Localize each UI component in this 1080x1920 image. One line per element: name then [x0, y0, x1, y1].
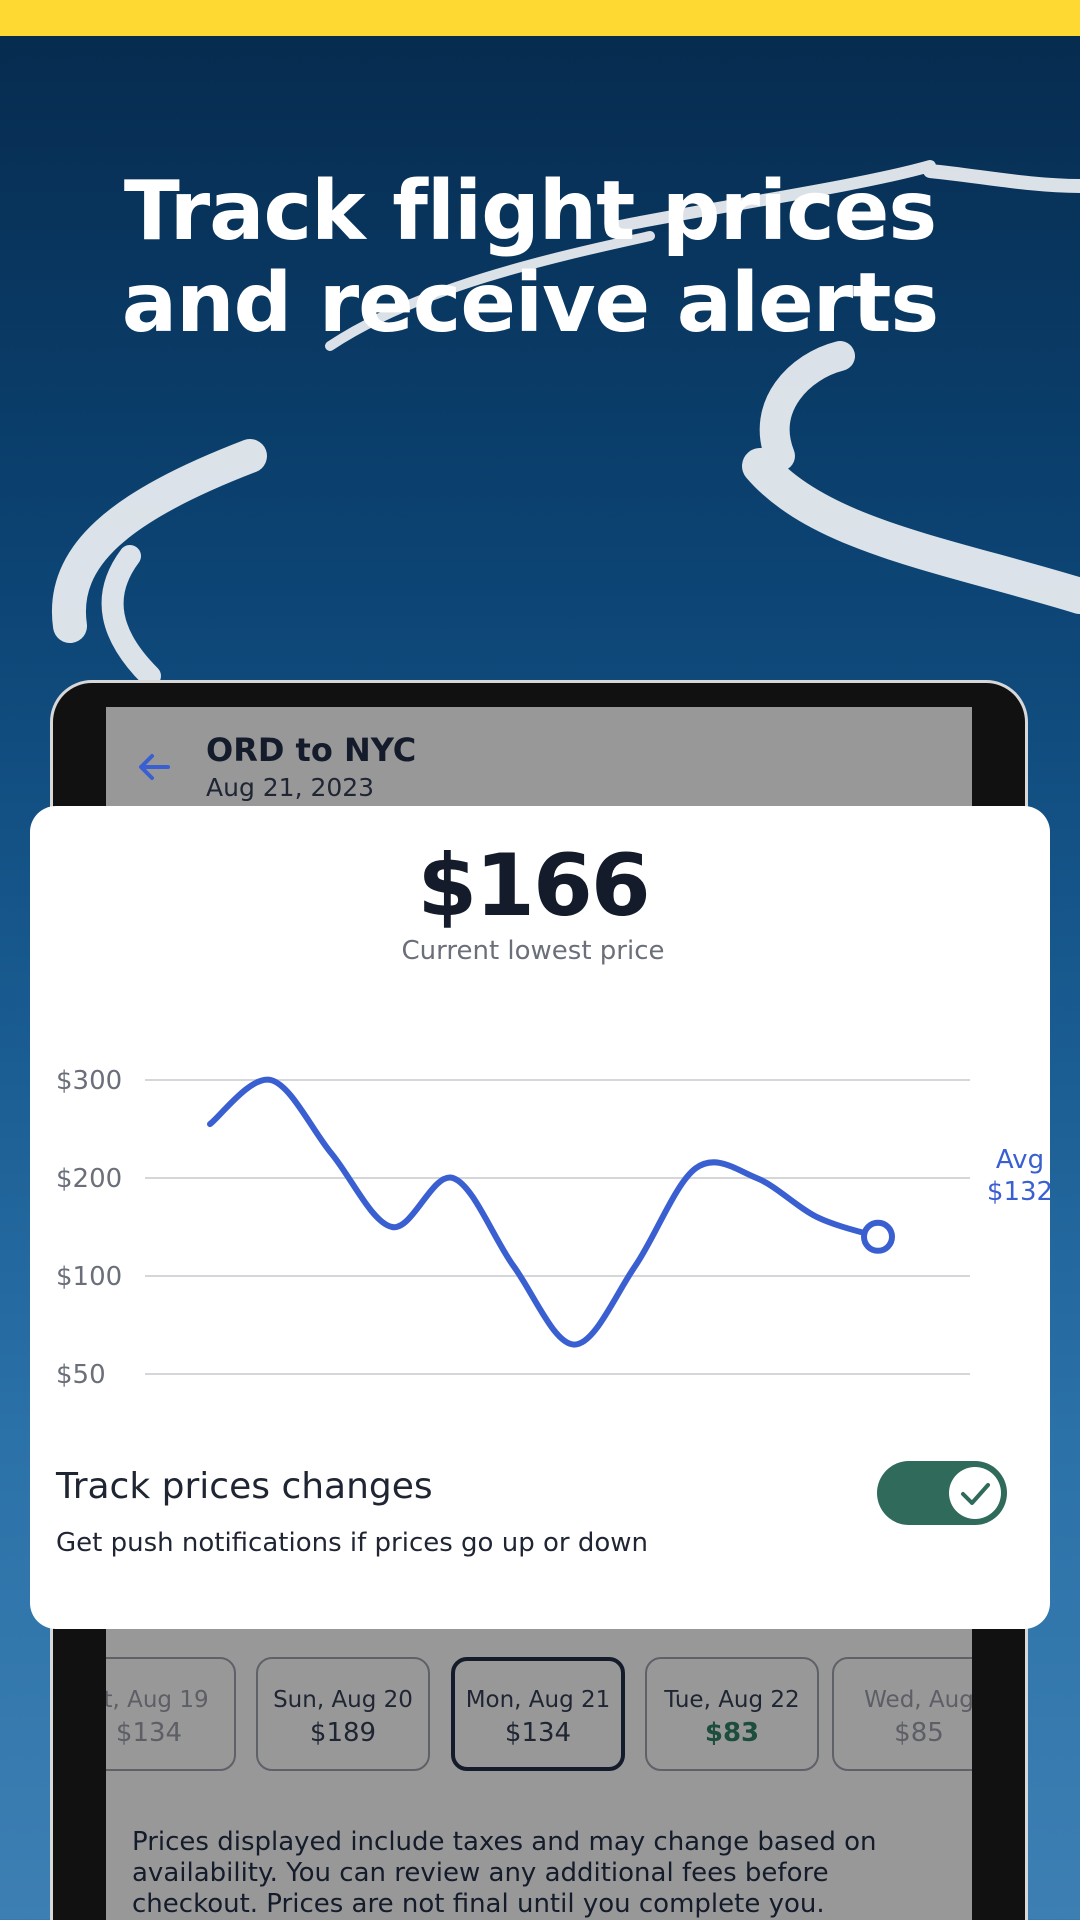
date-chip-date: Tue, Aug 22 — [664, 1687, 800, 1713]
arrow-left-icon[interactable] — [134, 747, 174, 787]
price-series-line — [207, 1076, 881, 1348]
date-chip-date: Sun, Aug 20 — [273, 1687, 413, 1713]
toggle-knob — [949, 1467, 1001, 1519]
date-chip[interactable]: Tue, Aug 22 $83 — [645, 1657, 819, 1771]
current-price-point — [861, 1219, 895, 1254]
average-price-label: $132 — [987, 1177, 1050, 1207]
headline-line-2: and receive alerts — [121, 256, 939, 351]
date-chip-price: $85 — [894, 1718, 944, 1748]
brand-top-strip — [0, 0, 1080, 36]
date-chip[interactable]: Wed, Aug $85 — [832, 1657, 972, 1771]
y-tick-label: $100 — [56, 1262, 122, 1292]
date-chip-selected[interactable]: Mon, Aug 21 $134 — [451, 1657, 625, 1771]
screen-header: ORD to NYC Aug 21, 2023 — [106, 707, 972, 817]
price-history-chart: $300 $200 $100 $50 Avg$132 — [56, 1066, 1050, 1390]
track-prices-toggle[interactable] — [877, 1461, 1007, 1525]
price-tracking-card: $166 Current lowest price $300 $200 $100 $5… — [30, 806, 1050, 1629]
route-title: ORD to NYC — [206, 731, 417, 769]
onboarding-headline: Track flight prices and receive alerts — [0, 166, 1060, 350]
date-selector-row: at, Aug 19 $134 Sun, Aug 20 $189 Mon, Au… — [106, 1657, 972, 1775]
date-chip-price: $134 — [115, 1718, 183, 1748]
date-chip[interactable]: at, Aug 19 $134 — [106, 1657, 236, 1771]
date-chip[interactable]: Sun, Aug 20 $189 — [256, 1657, 430, 1771]
y-tick-label: $300 — [56, 1066, 122, 1096]
date-chip-date: Mon, Aug 21 — [465, 1687, 611, 1713]
date-chip-price: $83 — [704, 1718, 760, 1748]
route-date: Aug 21, 2023 — [206, 773, 375, 802]
track-prices-description: Get push notifications if prices go up o… — [56, 1528, 648, 1558]
date-chip-price: $134 — [504, 1718, 572, 1748]
check-icon — [961, 1483, 990, 1505]
average-price-label: Avg — [996, 1145, 1044, 1175]
headline-line-1: Track flight prices — [123, 164, 937, 259]
track-prices-title: Track prices changes — [56, 1466, 433, 1507]
date-chip-date: Wed, Aug — [864, 1687, 972, 1713]
y-tick-label: $50 — [56, 1360, 106, 1390]
current-lowest-price-caption: Current lowest price — [401, 936, 665, 966]
sky-clouds-illustration — [51, 160, 1080, 687]
price-disclaimer: Prices displayed include taxes and may c… — [132, 1827, 877, 1919]
date-chip-date: at, Aug 19 — [106, 1687, 209, 1713]
current-lowest-price: $166 — [417, 836, 650, 936]
date-chip-price: $189 — [309, 1718, 377, 1748]
y-tick-label: $200 — [56, 1164, 122, 1194]
